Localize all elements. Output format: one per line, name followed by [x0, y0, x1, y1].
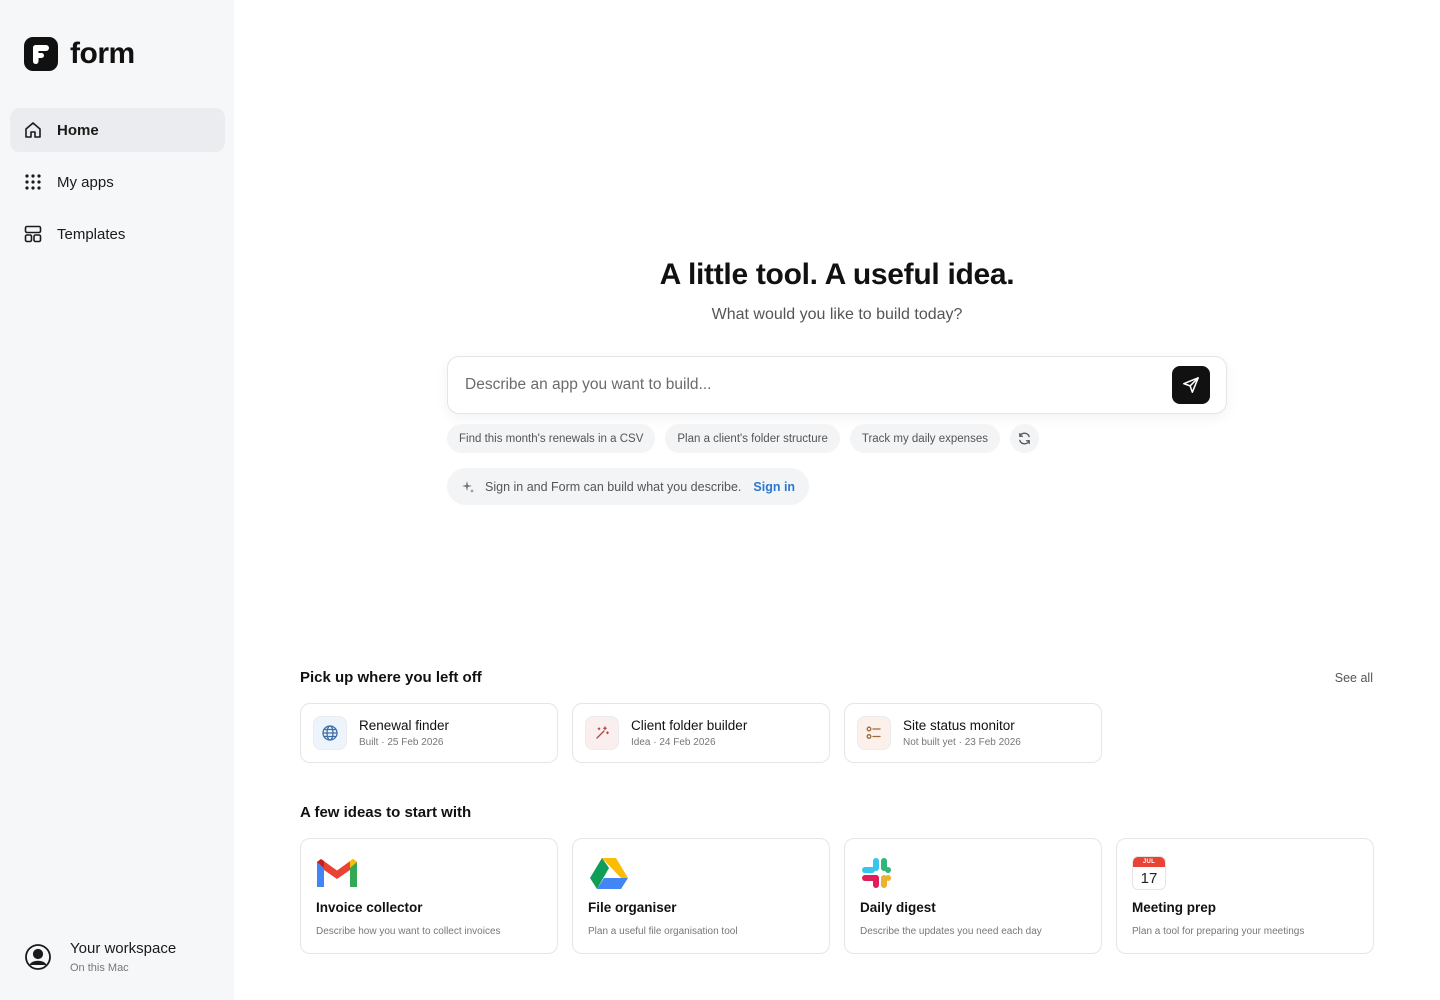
- suggestion-chip[interactable]: Plan a client's folder structure: [665, 424, 840, 453]
- brand-name: form: [70, 37, 135, 70]
- gmail-icon: [317, 859, 357, 887]
- idea-card[interactable]: File organiser Plan a useful file organi…: [572, 838, 830, 954]
- recent-app-meta: Idea · 24 Feb 2026: [631, 737, 716, 748]
- calendar-month: JUL: [1133, 857, 1165, 867]
- signin-text: Sign in and Form can build what you desc…: [485, 479, 742, 494]
- sidebar-item-home[interactable]: Home: [10, 108, 225, 152]
- recent-app-name: Client folder builder: [631, 718, 748, 733]
- sidebar-item-templates[interactable]: Templates: [10, 212, 225, 256]
- sidebar-item-label: Home: [57, 121, 99, 139]
- suggestion-chip[interactable]: Track my daily expenses: [849, 424, 1000, 453]
- calendar-icon: JUL 17: [1132, 856, 1174, 890]
- hero-subtitle: What would you like to build today?: [711, 306, 963, 323]
- idea-desc: Plan a useful file organisation tool: [588, 926, 738, 937]
- globe-icon: [313, 716, 347, 750]
- form-logo-icon: [24, 37, 58, 71]
- workspace-subtitle: On this Mac: [70, 962, 129, 974]
- idea-card[interactable]: JUL 17 Meeting prep Plan a tool for prep…: [1116, 838, 1374, 954]
- idea-name: Meeting prep: [1132, 900, 1217, 915]
- recent-app-meta: Not built yet · 23 Feb 2026: [903, 737, 1021, 748]
- idea-desc: Plan a tool for preparing your meetings: [1132, 926, 1305, 937]
- recent-app-card[interactable]: Site status monitor Not built yet · 23 F…: [844, 703, 1102, 763]
- sidebar-item-label: My apps: [57, 173, 114, 191]
- recent-app-card[interactable]: Client folder builder Idea · 24 Feb 2026: [572, 703, 830, 763]
- recent-section-title: Pick up where you left off: [300, 669, 482, 686]
- grid-icon: [23, 172, 43, 192]
- layout-icon: [23, 224, 43, 244]
- sidebar-nav: Home My apps Templates: [10, 108, 225, 264]
- ideas-section-title: A few ideas to start with: [300, 804, 472, 821]
- idea-desc: Describe the updates you need each day: [860, 926, 1042, 937]
- send-icon: [1183, 377, 1199, 393]
- idea-name: Daily digest: [860, 900, 936, 915]
- signin-link[interactable]: Sign in: [753, 480, 795, 494]
- see-all-link[interactable]: See all: [1335, 671, 1373, 685]
- prompt-input[interactable]: [465, 357, 1155, 413]
- user-avatar-icon: [25, 944, 51, 970]
- recent-app-name: Renewal finder: [359, 718, 450, 733]
- recent-app-meta: Built · 25 Feb 2026: [359, 737, 444, 748]
- refresh-suggestions-button[interactable]: [1009, 424, 1039, 453]
- recent-app-card[interactable]: Renewal finder Built · 25 Feb 2026: [300, 703, 558, 763]
- refresh-icon: [1019, 432, 1030, 445]
- brand[interactable]: form: [24, 37, 135, 71]
- idea-card[interactable]: Invoice collector Describe how you want …: [300, 838, 558, 954]
- idea-name: Invoice collector: [316, 900, 423, 915]
- sidebar-item-my-apps[interactable]: My apps: [10, 160, 225, 204]
- workspace-switcher[interactable]: Your workspace On this Mac: [24, 940, 176, 974]
- checklist-icon: [857, 716, 891, 750]
- hero-title: A little tool. A useful idea.: [659, 258, 1015, 291]
- calendar-day: 17: [1140, 869, 1158, 887]
- home-icon: [23, 120, 43, 140]
- sidebar-item-label: Templates: [57, 225, 126, 243]
- suggestion-chip[interactable]: Find this month's renewals in a CSV: [447, 424, 656, 453]
- send-button[interactable]: [1172, 366, 1210, 404]
- idea-desc: Describe how you want to collect invoice…: [316, 926, 501, 937]
- recent-app-name: Site status monitor: [903, 718, 1015, 733]
- sidebar: form Home My apps Templates Your workspa…: [0, 0, 234, 1000]
- sparkle-icon: [462, 480, 474, 493]
- prompt-box: [447, 356, 1227, 414]
- idea-card[interactable]: Daily digest Describe the updates you ne…: [844, 838, 1102, 954]
- suggestion-chips: Find this month's renewals in a CSV Plan…: [447, 424, 1039, 453]
- slack-icon: [862, 858, 891, 888]
- workspace-title: Your workspace: [70, 940, 177, 957]
- magic-wand-icon: [585, 716, 619, 750]
- idea-name: File organiser: [588, 900, 677, 915]
- google-drive-icon: [590, 858, 628, 889]
- signin-banner: Sign in and Form can build what you desc…: [447, 468, 810, 505]
